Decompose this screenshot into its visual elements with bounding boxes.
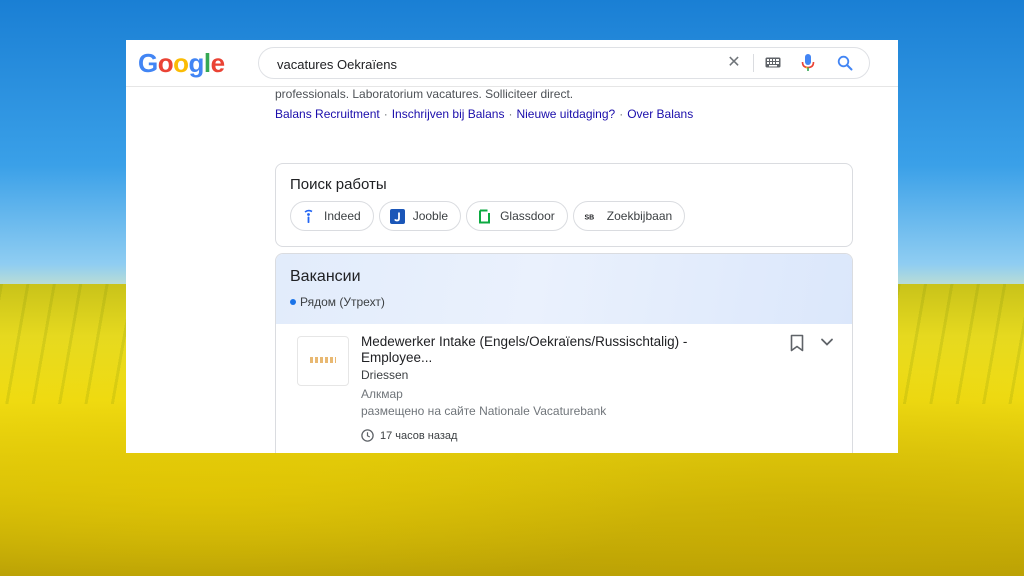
search-header: Google ✕ — [126, 40, 898, 87]
sitelink-inschrijven[interactable]: Inschrijven bij Balans — [392, 107, 505, 121]
job-search-card: Поиск работы Indeed Jooble Glassdoor SB … — [275, 163, 853, 247]
chip-indeed[interactable]: Indeed — [290, 201, 374, 231]
sitelink-separator: · — [383, 107, 388, 121]
svg-text:SB: SB — [584, 214, 594, 221]
search-input[interactable] — [275, 53, 699, 75]
jooble-icon — [389, 208, 405, 224]
search-divider — [753, 54, 754, 72]
sitelink-separator: · — [508, 107, 513, 121]
indeed-icon — [304, 209, 313, 223]
sitelink-over-balans[interactable]: Over Balans — [627, 107, 693, 121]
zoekbijbaan-icon: SB — [584, 214, 594, 221]
keyboard-icon[interactable] — [765, 57, 781, 68]
vacancies-card: Вакансии Рядом (Утрехт) Medewerker Intak… — [275, 253, 853, 453]
company-logo — [297, 336, 349, 386]
vacancies-header: Вакансии Рядом (Утрехт) — [276, 254, 852, 324]
sitelink-nieuwe-uitdaging[interactable]: Nieuwe uitdaging? — [516, 107, 615, 121]
sitelink-separator: · — [619, 107, 624, 121]
job-search-title: Поиск работы — [290, 176, 387, 193]
job-company: Driessen — [361, 368, 409, 382]
bookmark-icon[interactable] — [790, 334, 804, 352]
vacancies-title: Вакансии — [290, 268, 361, 285]
search-box[interactable]: ✕ — [258, 47, 870, 79]
chip-zoekbijbaan[interactable]: SB Zoekbijbaan — [572, 201, 686, 231]
job-posted-time: 17 часов назад — [361, 429, 457, 442]
sitelink-balans-recruitment[interactable]: Balans Recruitment — [275, 107, 380, 121]
job-site-chips: Indeed Jooble Glassdoor SB Zoekbijbaan — [290, 201, 686, 231]
job-title-link[interactable]: Medewerker Intake (Engels/Oekraïens/Russ… — [361, 334, 721, 366]
browser-screenshot-panel: Google ✕ — [126, 40, 898, 453]
search-icon[interactable] — [837, 55, 853, 71]
result-snippet: professionals. Laboratorium vacatures. S… — [275, 87, 574, 101]
job-source: размещено на сайте Nationale Vacatureban… — [361, 404, 607, 418]
chip-glassdoor[interactable]: Glassdoor — [466, 201, 568, 231]
job-city: Алкмар — [361, 387, 403, 401]
chevron-down-icon[interactable] — [820, 336, 834, 348]
chip-jooble[interactable]: Jooble — [378, 201, 462, 231]
clear-search-icon[interactable]: ✕ — [725, 54, 743, 72]
result-sitelinks: Balans Recruitment · Inschrijven bij Balan… — [275, 107, 693, 121]
location-dot-icon — [290, 299, 296, 305]
vacancies-location-filter[interactable]: Рядом (Утрехт) — [290, 295, 385, 309]
google-logo[interactable]: Google — [138, 49, 225, 77]
microphone-icon[interactable] — [801, 54, 815, 72]
clock-icon — [361, 429, 374, 442]
glassdoor-icon — [479, 209, 491, 223]
